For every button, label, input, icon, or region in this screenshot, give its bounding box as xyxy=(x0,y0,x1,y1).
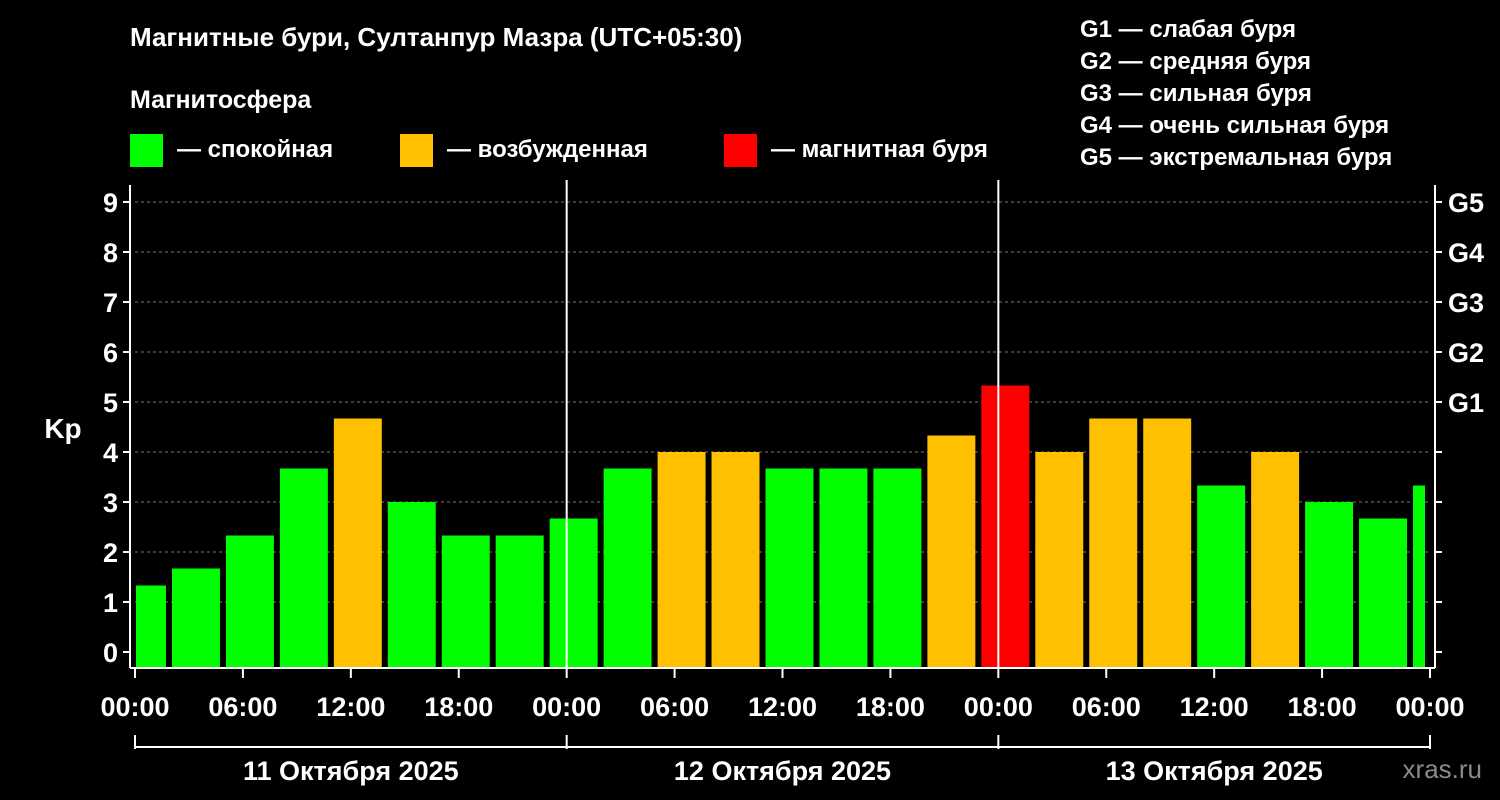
y-tick-label: 5 xyxy=(103,388,118,418)
x-tick-label: 12:00 xyxy=(316,692,385,722)
kp-bar xyxy=(873,468,922,668)
kp-bar xyxy=(279,468,328,668)
kp-bar xyxy=(1413,485,1425,668)
x-tick-label: 12:00 xyxy=(1180,692,1249,722)
day-label: 13 Октября 2025 xyxy=(1106,756,1323,786)
kp-bar xyxy=(1035,452,1084,668)
g-tick-label: G2 xyxy=(1448,338,1484,368)
kp-bar xyxy=(1305,502,1354,668)
kp-bar xyxy=(387,502,436,668)
x-tick-label: 18:00 xyxy=(424,692,493,722)
kp-bar xyxy=(441,535,490,668)
x-tick-label: 18:00 xyxy=(856,692,925,722)
g-tick-label: G5 xyxy=(1448,188,1484,218)
kp-bar xyxy=(1197,485,1246,668)
day-label: 12 Октября 2025 xyxy=(674,756,891,786)
kp-bar xyxy=(1089,418,1138,668)
g-tick-label: G3 xyxy=(1448,288,1484,318)
kp-bar xyxy=(765,468,814,668)
kp-bar xyxy=(819,468,868,668)
kp-bar xyxy=(1359,518,1408,668)
y-tick-label: 0 xyxy=(103,638,118,668)
kp-bar xyxy=(657,452,706,668)
kp-bar xyxy=(603,468,652,668)
y-tick-label: 7 xyxy=(103,288,118,318)
kp-bar xyxy=(711,452,760,668)
y-tick-label: 6 xyxy=(103,338,118,368)
x-tick-label: 00:00 xyxy=(1395,692,1464,722)
watermark: xras.ru xyxy=(1402,754,1482,784)
y-tick-label: 8 xyxy=(103,238,118,268)
y-axis-label: Kp xyxy=(44,413,81,444)
day-label: 11 Октября 2025 xyxy=(243,756,459,786)
kp-bar xyxy=(1143,418,1192,668)
y-tick-label: 3 xyxy=(103,488,118,518)
y-tick-label: 1 xyxy=(103,588,118,618)
kp-bar xyxy=(1251,452,1300,668)
kp-bar xyxy=(549,518,598,668)
x-tick-label: 18:00 xyxy=(1288,692,1357,722)
y-tick-label: 2 xyxy=(103,538,118,568)
x-tick-label: 00:00 xyxy=(532,692,601,722)
kp-bar xyxy=(333,418,382,668)
kp-bar xyxy=(136,585,166,668)
x-tick-label: 00:00 xyxy=(100,692,169,722)
kp-bar xyxy=(927,435,976,668)
kp-bar xyxy=(495,535,544,668)
g-tick-label: G1 xyxy=(1448,388,1484,418)
kp-bar xyxy=(981,385,1030,668)
y-tick-label: 4 xyxy=(103,438,118,468)
y-tick-label: 9 xyxy=(103,188,118,218)
kp-bar xyxy=(171,568,220,668)
kp-bar xyxy=(225,535,274,668)
kp-bar-chart: 0 1 2 3 4 5 6 7 8 9 G1 G2 G3 G4 G5 Kp 00:00 06:00 12:00 18:… xyxy=(44,180,1484,786)
x-tick-label: 06:00 xyxy=(1072,692,1141,722)
g-tick-label: G4 xyxy=(1448,238,1484,268)
x-tick-label: 06:00 xyxy=(208,692,277,722)
x-tick-label: 00:00 xyxy=(964,692,1033,722)
x-tick-label: 12:00 xyxy=(748,692,817,722)
x-tick-label: 06:00 xyxy=(640,692,709,722)
